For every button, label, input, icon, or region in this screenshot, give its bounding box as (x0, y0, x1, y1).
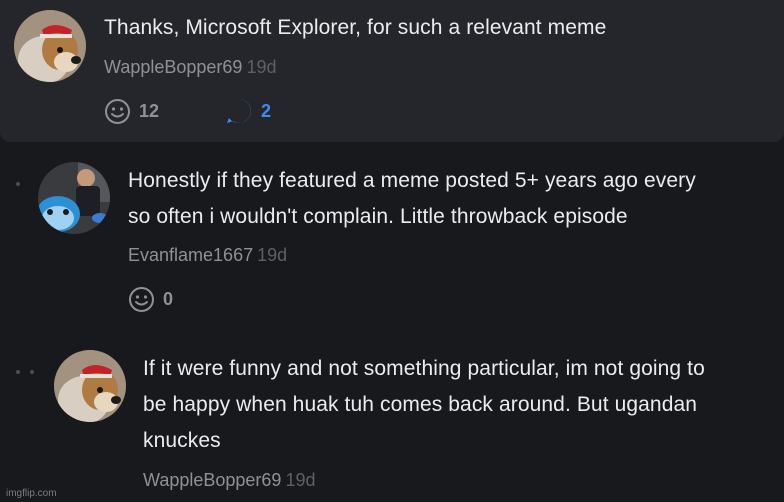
reply-count: 2 (261, 100, 272, 121)
author-name[interactable]: WappleBopper69 (143, 470, 281, 490)
comment-meta: WappleBopper69 19d (143, 470, 315, 491)
dog-avatar-icon (14, 10, 86, 82)
comment-text: If it were funny and not something parti… (143, 351, 705, 459)
highlighted-comment: Thanks, Microsoft Explorer, for such a r… (0, 0, 784, 142)
comment-time: 19d (246, 57, 277, 77)
thread-depth-dot (16, 370, 20, 374)
comment-time: 19d (257, 245, 288, 265)
comment-line: Honestly if they featured a meme posted … (128, 169, 696, 192)
comment-line: so often i wouldn't complain. Little thr… (128, 205, 628, 228)
upvote-count: 12 (139, 100, 160, 121)
comment-text: Honestly if they featured a meme posted … (128, 163, 696, 235)
upvote-count: 0 (163, 289, 174, 309)
comment-line: be happy when huak tuh comes back around… (143, 393, 698, 416)
author-name[interactable]: WappleBopper69 (104, 57, 242, 77)
comment-line: knuckes (143, 429, 221, 452)
comment-meta: WappleBopper69 19d (104, 57, 276, 78)
dog-avatar-icon (54, 350, 126, 422)
replies-button[interactable]: 2 (225, 97, 271, 125)
upvote-button[interactable]: 0 (128, 286, 173, 313)
smiley-upvote-icon (105, 98, 130, 124)
comment-meta: Evanflame1667 19d (128, 245, 287, 266)
thread-depth-dot (16, 182, 20, 186)
avatar-wapplebopper69[interactable] (54, 350, 126, 422)
comment-actions: 12 2 (104, 97, 271, 125)
comment-time: 19d (285, 470, 316, 490)
avatar-wapplebopper69[interactable] (14, 10, 86, 82)
comment-actions: 0 (128, 286, 173, 313)
person-avatar-icon (38, 162, 110, 234)
comment-text: Thanks, Microsoft Explorer, for such a r… (104, 16, 607, 39)
comment-line: If it were funny and not something parti… (143, 357, 705, 380)
thread-depth-dot (30, 370, 34, 374)
author-name[interactable]: Evanflame1667 (128, 245, 253, 265)
avatar-evanflame1667[interactable] (38, 162, 110, 234)
reply-arrow-icon (227, 99, 252, 123)
upvote-button[interactable]: 12 (104, 98, 159, 125)
imgflip-watermark: imgflip.com (6, 488, 57, 499)
smiley-upvote-icon (129, 287, 154, 312)
